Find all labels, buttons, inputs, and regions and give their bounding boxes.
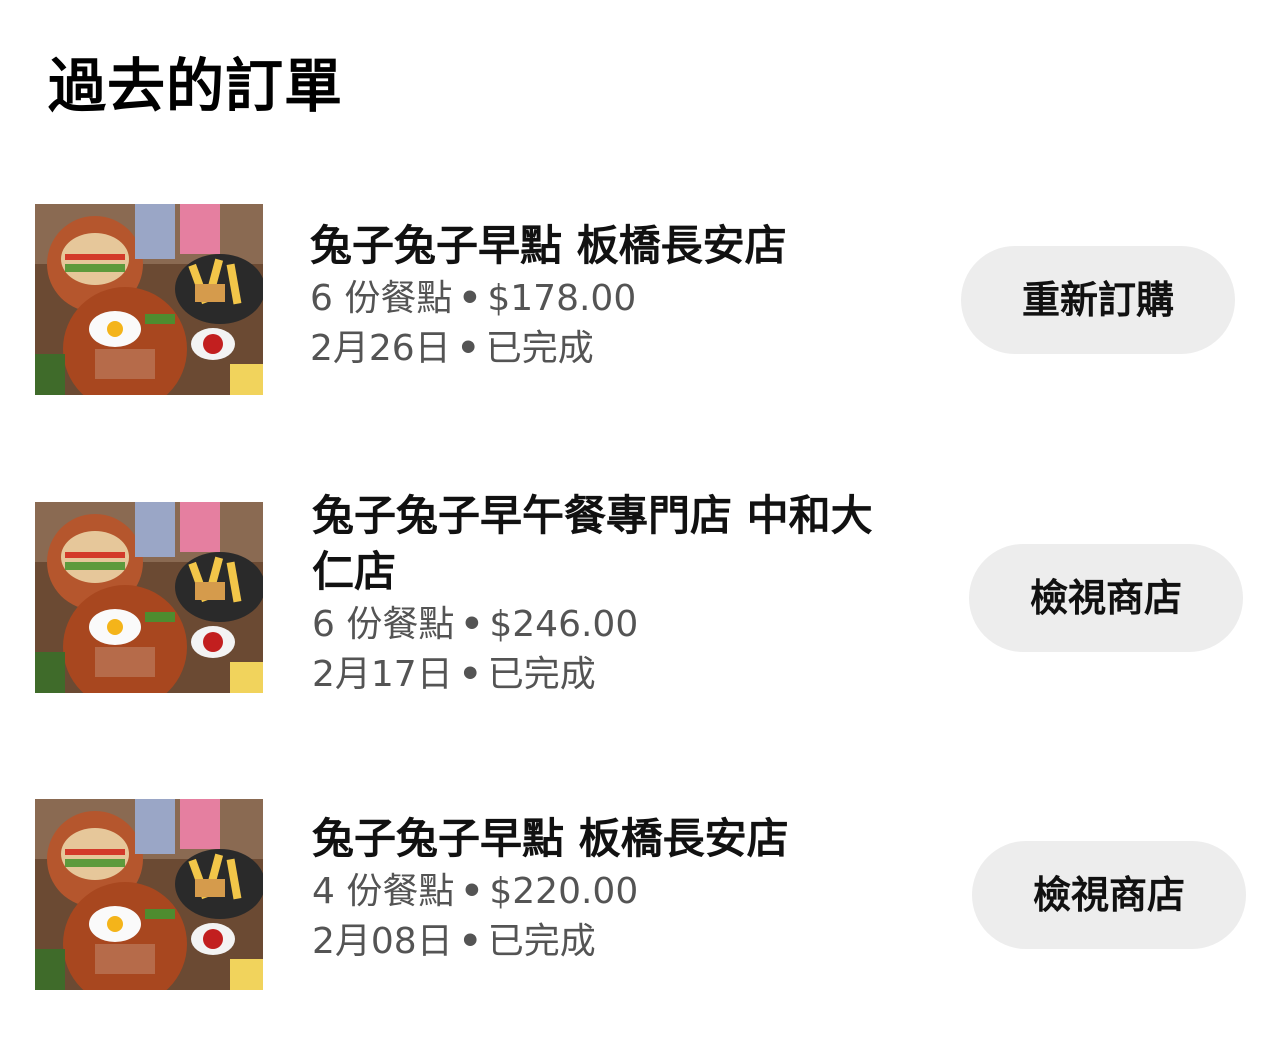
order-price: $220.00 (489, 871, 639, 912)
view-store-button[interactable]: 檢視商店 (972, 841, 1246, 949)
reorder-button[interactable]: 重新訂購 (961, 246, 1235, 354)
separator: • (460, 871, 484, 912)
order-info: 兔子兔子早點 板橋長安店 6 份餐點 • $178.00 2月26日 • 已完成 (310, 218, 910, 374)
order-summary: 6 份餐點 • $178.00 (310, 274, 910, 324)
order-price: $178.00 (487, 278, 637, 319)
food-photo-icon[interactable] (35, 502, 263, 693)
order-summary: 4 份餐點 • $220.00 (312, 867, 912, 917)
order-status-line: 2月08日 • 已完成 (312, 917, 912, 967)
order-price: $246.00 (489, 604, 639, 645)
item-count: 6 份餐點 (312, 604, 455, 645)
order-date: 2月26日 (310, 328, 451, 369)
order-status: 已完成 (487, 654, 596, 695)
order-status: 已完成 (487, 921, 596, 962)
separator: • (460, 604, 484, 645)
store-name: 兔子兔子早點 板橋長安店 (310, 221, 787, 270)
separator: • (458, 921, 482, 962)
item-count: 4 份餐點 (312, 871, 455, 912)
order-info: 兔子兔子早午餐專門店 中和大仁店 6 份餐點 • $246.00 2月17日 • 已完成 (312, 488, 912, 700)
view-store-button[interactable]: 檢視商店 (969, 544, 1243, 652)
order-date: 2月08日 (312, 921, 453, 962)
store-name: 兔子兔子早點 板橋長安店 (312, 814, 789, 863)
separator: • (458, 654, 482, 695)
page-title: 過去的訂單 (48, 52, 344, 120)
food-photo-icon[interactable] (35, 204, 263, 395)
order-status-line: 2月17日 • 已完成 (312, 650, 912, 700)
separator: • (456, 328, 480, 369)
store-name: 兔子兔子早午餐專門店 中和大仁店 (312, 491, 873, 596)
separator: • (458, 278, 482, 319)
order-info: 兔子兔子早點 板橋長安店 4 份餐點 • $220.00 2月08日 • 已完成 (312, 811, 912, 967)
order-status-line: 2月26日 • 已完成 (310, 324, 910, 374)
order-status: 已完成 (485, 328, 594, 369)
food-photo-icon[interactable] (35, 799, 263, 990)
item-count: 6 份餐點 (310, 278, 453, 319)
order-summary: 6 份餐點 • $246.00 (312, 600, 912, 650)
order-date: 2月17日 (312, 654, 453, 695)
